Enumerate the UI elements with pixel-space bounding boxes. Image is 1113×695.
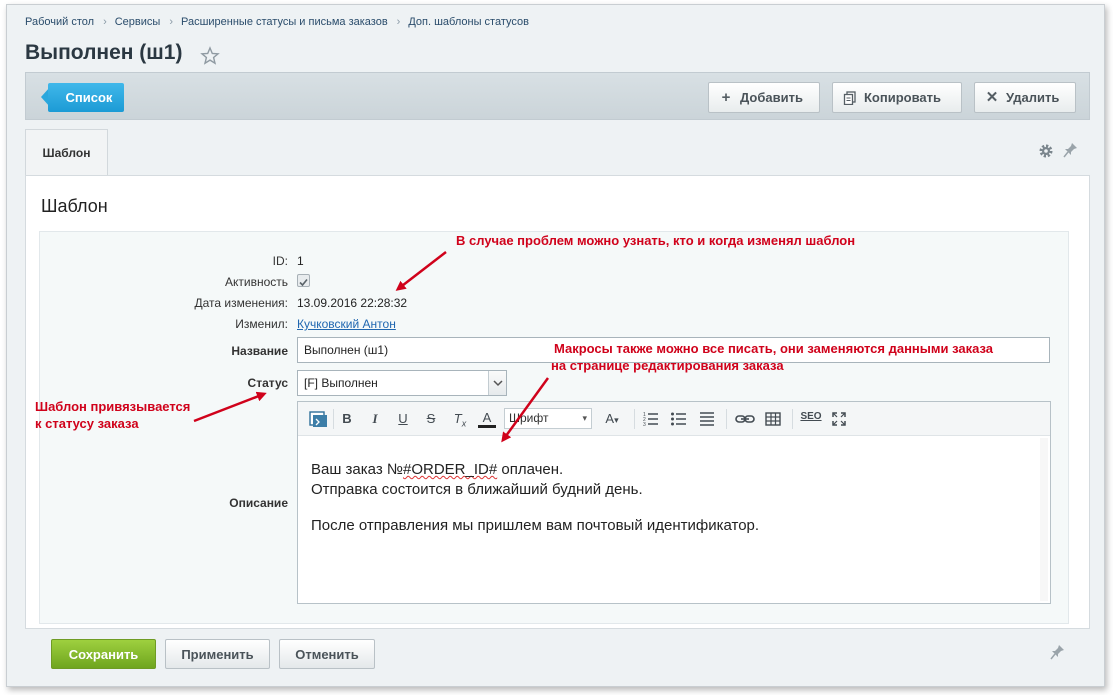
numbered-list-icon[interactable]: 1 2 3 (642, 410, 660, 428)
close-icon: ✕ (985, 88, 999, 106)
add-button-label: Добавить (740, 90, 803, 105)
status-select-value: [F] Выполнен (304, 376, 378, 390)
checkmark-icon (299, 278, 308, 287)
editor-toolbar: B I U S Tx A Шрифт ▾ A▾ 1 2 3 SEO (298, 402, 1050, 436)
editor-line-3: После отправления мы пришлем вам почтовы… (311, 517, 760, 534)
font-family-select-label: Шрифт (509, 411, 549, 425)
editor-line-2: Отправка состоится в ближайший будний де… (311, 481, 643, 498)
annotation-macros-line1: Макросы также можно все писать, они заме… (554, 341, 994, 356)
breadcrumb-separator: › (396, 16, 401, 28)
tab-template[interactable]: Шаблон (25, 129, 108, 175)
template-form: ID: 1 Активность Дата изменения: 13.09.2… (39, 231, 1069, 624)
active-label: Активность (224, 275, 288, 289)
copy-button[interactable]: Копировать (832, 82, 962, 113)
editor-scrollbar[interactable] (1040, 438, 1048, 601)
add-button[interactable]: + Добавить (708, 82, 820, 113)
seo-button[interactable]: SEO (800, 410, 822, 428)
apply-button[interactable]: Применить (165, 639, 270, 669)
editor-text: оплачен. (497, 461, 564, 478)
modified-by-link[interactable]: Кучковский Антон (297, 317, 396, 331)
source-mode-icon[interactable] (308, 410, 328, 428)
breadcrumb-item-services[interactable]: Сервисы (115, 16, 161, 28)
svg-text:3: 3 (643, 422, 646, 428)
editor-content-area[interactable]: Ваш заказ №#ORDER_ID# оплачен. Отправка … (298, 436, 1050, 603)
description-editor: B I U S Tx A Шрифт ▾ A▾ 1 2 3 SEO Ваш за… (297, 401, 1051, 604)
toolbar-separator (792, 409, 793, 429)
breadcrumb-item-extended-statuses[interactable]: Расширенные статусы и письма заказов (181, 16, 388, 28)
page-title: Выполнен (ш1) (25, 41, 183, 64)
chevron-down-icon (488, 371, 506, 395)
active-checkbox[interactable] (297, 274, 310, 287)
action-toolbar: Список + Добавить Копировать ✕ Удалить (25, 72, 1090, 120)
editor-line-1: Ваш заказ №#ORDER_ID# оплачен. (311, 461, 563, 478)
pin-icon[interactable] (1063, 141, 1079, 159)
delete-button[interactable]: ✕ Удалить (974, 82, 1076, 113)
plus-icon: + (721, 88, 731, 106)
table-icon[interactable] (764, 410, 782, 428)
breadcrumb: Рабочий стол › Сервисы › Расширенные статусы… (25, 16, 529, 28)
clear-format-glyph: T (453, 411, 462, 426)
list-button-label: Список (48, 83, 124, 112)
strikethrough-button[interactable]: S (422, 410, 440, 428)
chevron-down-icon: ▾ (582, 413, 587, 423)
list-button[interactable]: Список (41, 83, 124, 112)
status-select[interactable]: [F] Выполнен (297, 370, 507, 396)
bold-button[interactable]: B (338, 410, 356, 428)
underline-button[interactable]: U (394, 410, 412, 428)
id-label: ID: (272, 254, 288, 268)
fullscreen-icon[interactable] (830, 410, 848, 428)
pin-icon[interactable] (1050, 643, 1066, 661)
bulleted-list-icon[interactable] (670, 410, 688, 428)
font-color-button[interactable]: A (478, 410, 496, 428)
status-label: Статус (247, 376, 288, 390)
breadcrumb-separator: › (169, 16, 173, 28)
description-label: Описание (229, 496, 288, 510)
link-icon[interactable] (734, 410, 756, 428)
copy-button-label: Копировать (864, 90, 942, 105)
chevron-down-icon: ▾ (614, 415, 619, 425)
toolbar-separator (333, 409, 334, 429)
modified-date-value: 13.09.2016 22:28:32 (297, 296, 408, 310)
clear-format-button[interactable]: Tx (450, 410, 470, 429)
align-icon[interactable] (698, 410, 716, 428)
annotation-history: В случае проблем можно узнать, кто и ког… (456, 233, 856, 248)
annotation-status-line1: Шаблон привязывается (35, 399, 191, 414)
font-family-select[interactable]: Шрифт ▾ (504, 408, 592, 429)
annotation-macros-line2: на странице редактирования заказа (551, 358, 784, 373)
font-size-glyph: A (605, 411, 615, 426)
order-id-macro: #ORDER_ID# (402, 461, 498, 478)
star-icon[interactable] (200, 46, 220, 66)
font-size-button[interactable]: A▾ (598, 410, 626, 428)
name-label: Название (231, 344, 288, 358)
breadcrumb-separator: › (103, 16, 107, 28)
delete-button-label: Удалить (1006, 90, 1060, 105)
breadcrumb-item-status-templates[interactable]: Доп. шаблоны статусов (408, 16, 529, 28)
modified-by-label: Изменил: (235, 317, 288, 331)
modified-date-label: Дата изменения: (194, 296, 289, 310)
clear-format-sub: x (461, 418, 467, 429)
cancel-button[interactable]: Отменить (279, 639, 375, 669)
annotation-status-line2: к статусу заказа (35, 416, 139, 431)
toolbar-separator (634, 409, 635, 429)
editor-text: Ваш заказ № (311, 461, 403, 478)
panel-title: Шаблон (41, 196, 108, 216)
copy-icon (843, 90, 856, 105)
breadcrumb-item-desktop[interactable]: Рабочий стол (25, 16, 94, 28)
gear-icon[interactable] (1038, 143, 1054, 159)
save-button[interactable]: Сохранить (51, 639, 156, 669)
italic-button[interactable]: I (366, 410, 384, 428)
tab-strip: Шаблон (25, 129, 1090, 175)
id-value: 1 (297, 254, 304, 268)
toolbar-separator (726, 409, 727, 429)
